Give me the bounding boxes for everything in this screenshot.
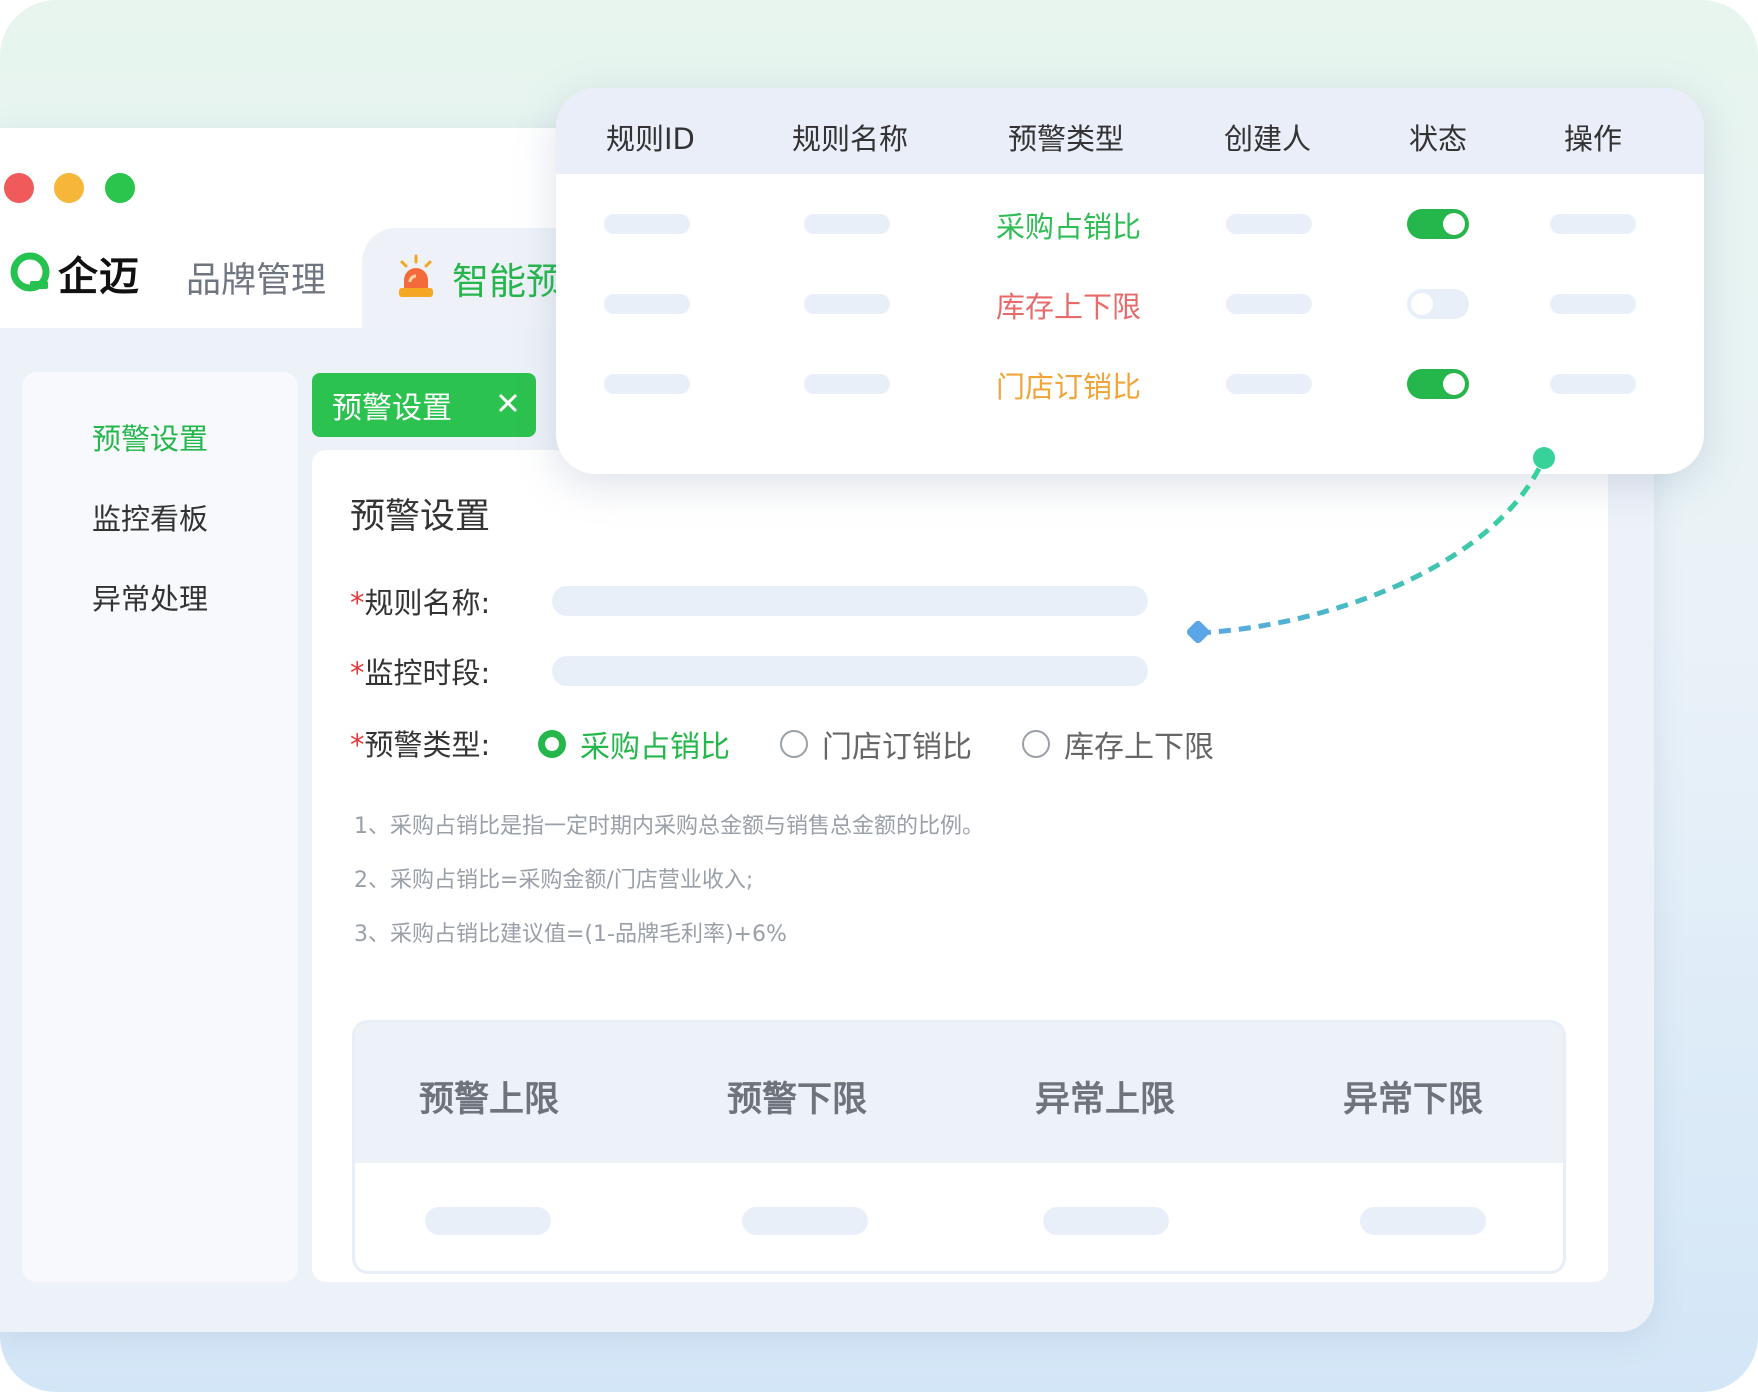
connector-arrow: [1186, 447, 1555, 644]
connector-end-marker: [1186, 620, 1210, 644]
connector-start-dot: [1533, 447, 1555, 469]
